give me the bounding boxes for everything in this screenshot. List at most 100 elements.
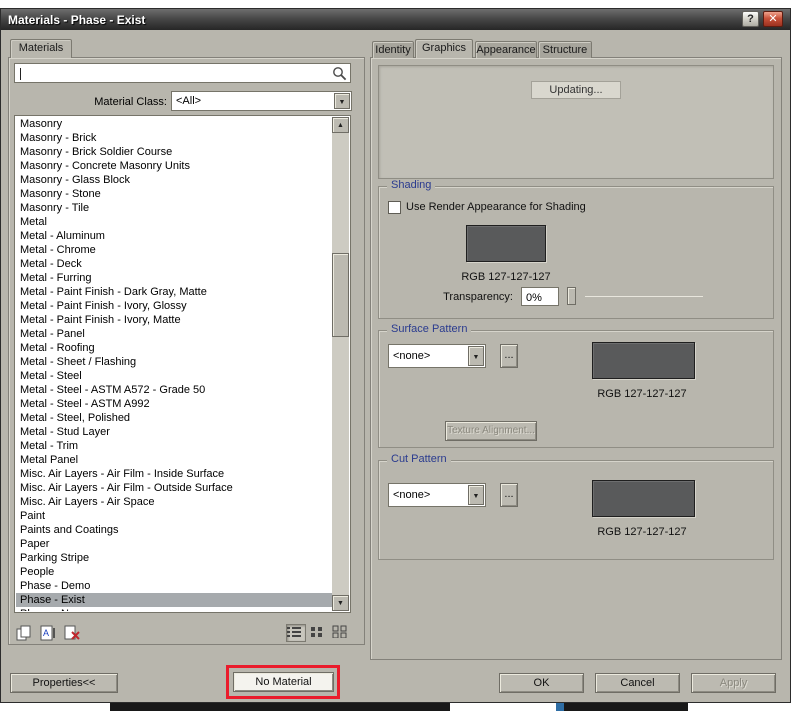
rename-material-button[interactable]: A: [39, 624, 59, 642]
delete-material-button[interactable]: [63, 624, 83, 642]
material-list-item[interactable]: Metal - Furring: [16, 271, 332, 285]
material-list-item[interactable]: Metal - Aluminum: [16, 229, 332, 243]
material-list-item[interactable]: Metal - Stud Layer: [16, 425, 332, 439]
material-list-item[interactable]: Metal Panel: [16, 453, 332, 467]
surface-pattern-browse-button[interactable]: ...: [500, 344, 518, 368]
transparency-slider-thumb[interactable]: [567, 287, 576, 305]
material-list-item[interactable]: Masonry - Brick: [16, 131, 332, 145]
materials-dialog: Materials - Phase - Exist ? ✕ Materials …: [0, 8, 791, 703]
material-list-item[interactable]: People: [16, 565, 332, 579]
view-list-button[interactable]: [286, 624, 306, 642]
material-list-item[interactable]: Phase - Exist: [16, 593, 332, 607]
close-button[interactable]: ✕: [763, 11, 783, 27]
cancel-button[interactable]: Cancel: [595, 673, 680, 693]
cut-pattern-value: <none>: [393, 489, 431, 501]
surface-pattern-color-swatch[interactable]: [592, 342, 695, 379]
transparency-slider-track[interactable]: [585, 296, 703, 297]
material-list-item[interactable]: Metal - Steel - ASTM A572 - Grade 50: [16, 383, 332, 397]
material-list-item[interactable]: Masonry: [16, 117, 332, 131]
material-list-item[interactable]: Metal: [16, 215, 332, 229]
tab-materials[interactable]: Materials: [10, 39, 72, 58]
search-input[interactable]: [18, 65, 328, 81]
cut-pattern-browse-button[interactable]: ...: [500, 483, 518, 507]
material-list-item[interactable]: Parking Stripe: [16, 551, 332, 565]
large-icons-view-icon: [332, 625, 347, 642]
taskbar-fragment: [556, 703, 564, 711]
svg-text:A: A: [43, 628, 49, 638]
material-list-item[interactable]: Masonry - Glass Block: [16, 173, 332, 187]
texture-alignment-button[interactable]: Texture Alignment...: [445, 421, 537, 441]
duplicate-material-button[interactable]: [15, 624, 35, 642]
scroll-up-icon[interactable]: ▲: [332, 117, 349, 133]
view-small-icons-button[interactable]: [309, 624, 329, 642]
shading-color-swatch[interactable]: [466, 225, 546, 262]
screen: Materials - Phase - Exist ? ✕ Materials …: [0, 0, 791, 711]
material-list-item[interactable]: Phase - New: [16, 607, 332, 611]
list-view-icon: [287, 625, 301, 642]
shading-group: Shading Use Render Appearance for Shadin…: [378, 179, 774, 319]
search-icon: [332, 66, 347, 86]
transparency-input[interactable]: [522, 289, 558, 307]
chevron-down-icon[interactable]: ▼: [468, 485, 484, 505]
scrollbar-thumb[interactable]: [332, 253, 349, 337]
material-list-item[interactable]: Paint: [16, 509, 332, 523]
shading-rgb-value: RGB 127-127-127: [461, 271, 551, 283]
ok-button[interactable]: OK: [499, 673, 584, 693]
search-field[interactable]: [14, 63, 351, 83]
view-large-icons-button[interactable]: [331, 624, 351, 642]
chevron-down-icon[interactable]: ▼: [334, 93, 350, 109]
properties-toggle-button[interactable]: Properties<<: [10, 673, 118, 693]
scroll-down-icon[interactable]: ▼: [332, 595, 349, 611]
material-list-item[interactable]: Paints and Coatings: [16, 523, 332, 537]
updating-status: Updating...: [531, 81, 621, 99]
material-list-item[interactable]: Paper: [16, 537, 332, 551]
cut-pattern-group-title: Cut Pattern: [387, 453, 451, 465]
tab-structure[interactable]: Structure: [538, 41, 592, 58]
chevron-down-icon[interactable]: ▼: [468, 346, 484, 366]
small-icons-view-icon: [310, 625, 324, 642]
material-list-item[interactable]: Metal - Trim: [16, 439, 332, 453]
cut-pattern-color-swatch[interactable]: [592, 480, 695, 517]
titlebar[interactable]: Materials - Phase - Exist ? ✕: [1, 9, 790, 30]
material-list-item[interactable]: Masonry - Stone: [16, 187, 332, 201]
material-list-item[interactable]: Metal - Paint Finish - Dark Gray, Matte: [16, 285, 332, 299]
material-list-item[interactable]: Metal - Panel: [16, 327, 332, 341]
materials-scrollbar[interactable]: ▲ ▼: [332, 117, 349, 611]
material-list-item[interactable]: Metal - Steel: [16, 369, 332, 383]
surface-pattern-select[interactable]: <none> ▼: [388, 344, 486, 368]
surface-pattern-rgb-value: RGB 127-127-127: [597, 388, 687, 400]
material-list-item[interactable]: Metal - Chrome: [16, 243, 332, 257]
material-class-value: <All>: [176, 95, 202, 107]
material-list-item[interactable]: Masonry - Concrete Masonry Units: [16, 159, 332, 173]
material-list-item[interactable]: Metal - Steel, Polished: [16, 411, 332, 425]
material-list-item[interactable]: Misc. Air Layers - Air Film - Outside Su…: [16, 481, 332, 495]
material-list-item[interactable]: Masonry - Tile: [16, 201, 332, 215]
tab-graphics[interactable]: Graphics: [415, 39, 473, 58]
cut-pattern-group: Cut Pattern <none> ▼ ... RGB 127-127-127: [378, 453, 774, 560]
transparency-field[interactable]: [521, 287, 559, 307]
material-list-item[interactable]: Misc. Air Layers - Air Film - Inside Sur…: [16, 467, 332, 481]
materials-list-rows: Masonry Masonry - Brick Masonry - Brick So…: [16, 117, 332, 611]
material-list-item[interactable]: Metal - Deck: [16, 257, 332, 271]
material-class-select[interactable]: <All> ▼: [171, 91, 352, 111]
material-list-item[interactable]: Phase - Demo: [16, 579, 332, 593]
apply-button[interactable]: Apply: [691, 673, 776, 693]
cut-pattern-select[interactable]: <none> ▼: [388, 483, 486, 507]
window-title: Materials - Phase - Exist: [8, 12, 146, 27]
material-list-item[interactable]: Metal - Paint Finish - Ivory, Glossy: [16, 299, 332, 313]
material-list-item[interactable]: Masonry - Brick Soldier Course: [16, 145, 332, 159]
use-render-appearance-checkbox[interactable]: [388, 201, 401, 214]
rename-icon: A: [40, 625, 56, 645]
help-button[interactable]: ?: [742, 11, 759, 27]
material-list-item[interactable]: Metal - Roofing: [16, 341, 332, 355]
material-list-item[interactable]: Metal - Steel - ASTM A992: [16, 397, 332, 411]
material-list-item[interactable]: Metal - Paint Finish - Ivory, Matte: [16, 313, 332, 327]
delete-icon: [64, 625, 80, 645]
surface-pattern-group: Surface Pattern <none> ▼ ... RGB 127-127…: [378, 323, 774, 448]
materials-list: Masonry Masonry - Brick Masonry - Brick So…: [14, 115, 351, 613]
tab-identity[interactable]: Identity: [372, 41, 414, 58]
tab-appearance[interactable]: Appearance: [475, 41, 537, 58]
materials-panel: Material Class: <All> ▼ Masonry Masonry -…: [8, 57, 365, 645]
material-list-item[interactable]: Misc. Air Layers - Air Space: [16, 495, 332, 509]
material-list-item[interactable]: Metal - Sheet / Flashing: [16, 355, 332, 369]
